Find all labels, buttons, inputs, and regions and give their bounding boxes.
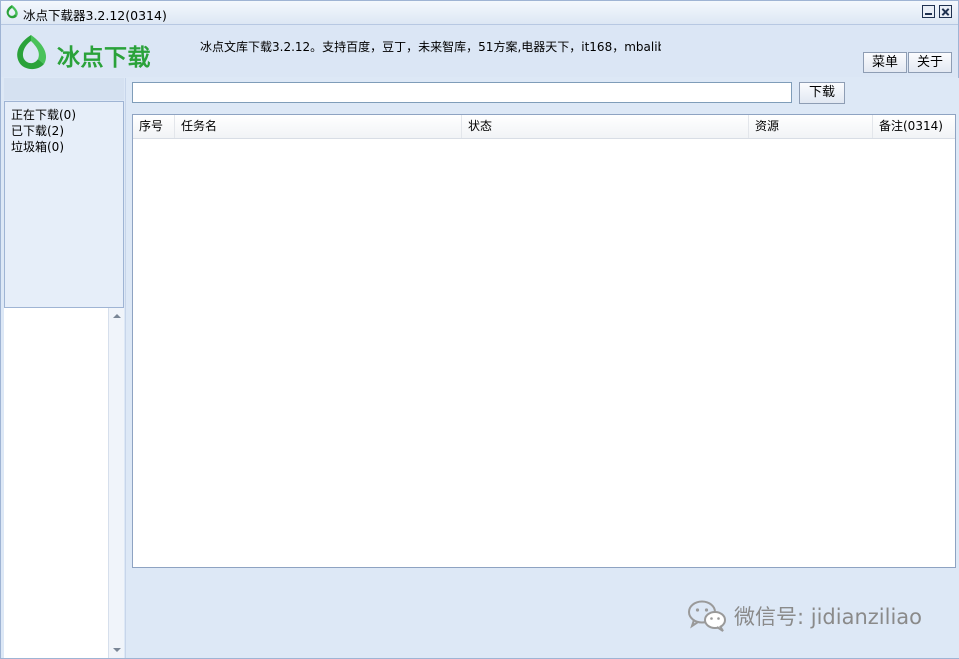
announcement-marquee: 冰点文库下载3.2.12。支持百度，豆丁，未来智库，51方案,电器天下，it16… xyxy=(200,40,661,54)
watermark-text: 微信号: jidianziliao xyxy=(734,605,923,629)
scroll-up-arrow-icon[interactable] xyxy=(113,314,121,318)
sidebar-blank-area xyxy=(4,308,108,658)
sidebar-item-downloaded[interactable]: 已下载(2) xyxy=(5,123,123,139)
sidebar-header-strip xyxy=(4,78,124,100)
title-bar: 冰点下载器3.2.12(0314) xyxy=(1,1,958,25)
window-title: 冰点下载器3.2.12(0314) xyxy=(23,8,167,23)
minimize-button[interactable] xyxy=(922,5,935,18)
column-header-status[interactable]: 状态 xyxy=(462,115,749,138)
logo-text: 冰点下载 xyxy=(57,45,151,71)
menu-button[interactable]: 菜单 xyxy=(863,52,907,73)
sidebar-scrollbar[interactable] xyxy=(108,308,124,658)
wechat-icon xyxy=(688,600,726,632)
download-button[interactable]: 下载 xyxy=(799,82,845,104)
sidebar-item-trash[interactable]: 垃圾箱(0) xyxy=(5,139,123,155)
column-header-note[interactable]: 备注(0314) xyxy=(873,115,955,138)
column-header-source[interactable]: 资源 xyxy=(749,115,873,138)
brand-logo: 冰点下载 xyxy=(11,33,171,73)
task-list: 序号 任务名 状态 资源 备注(0314) xyxy=(132,114,956,568)
column-header-task-name[interactable]: 任务名 xyxy=(175,115,462,138)
url-input[interactable] xyxy=(132,82,792,103)
task-list-header: 序号 任务名 状态 资源 备注(0314) xyxy=(133,115,955,139)
column-header-index[interactable]: 序号 xyxy=(133,115,175,138)
sidebar-item-downloading[interactable]: 正在下载(0) xyxy=(5,107,123,123)
app-window: 冰点下载器3.2.12(0314) 冰点下载 冰点文库下载3.2.12。支持百度… xyxy=(0,0,959,659)
scroll-down-arrow-icon[interactable] xyxy=(113,648,121,652)
about-button[interactable]: 关于 xyxy=(908,52,952,73)
category-tree: 正在下载(0) 已下载(2) 垃圾箱(0) xyxy=(4,101,124,308)
app-logo-icon xyxy=(6,5,18,19)
wechat-watermark: 微信号: jidianziliao xyxy=(687,597,947,633)
app-header: 冰点下载 冰点文库下载3.2.12。支持百度，豆丁，未来智库，51方案,电器天下… xyxy=(1,25,958,77)
close-button[interactable] xyxy=(939,5,952,18)
droplet-logo-icon xyxy=(17,35,47,70)
